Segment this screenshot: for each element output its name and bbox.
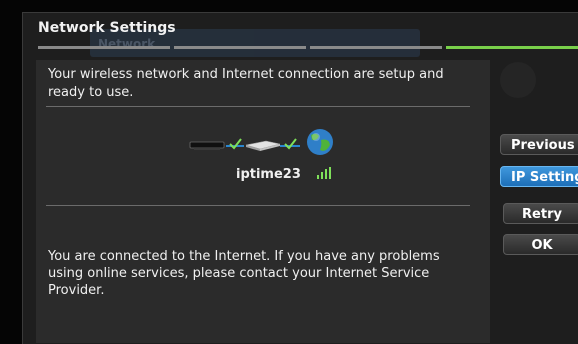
step-progress [38, 46, 578, 49]
window-title: Network Settings [38, 20, 176, 36]
ip-settings-button[interactable]: IP Settings [500, 166, 578, 187]
previous-button[interactable]: Previous [500, 134, 578, 155]
progress-step-1 [38, 46, 170, 49]
signal-strength-icon [317, 167, 331, 179]
tv-device-icon [189, 141, 225, 150]
globe-icon [307, 129, 333, 155]
divider [46, 205, 470, 206]
progress-step-4 [446, 46, 578, 49]
progress-step-2 [174, 46, 306, 49]
ok-button[interactable]: OK [503, 234, 578, 255]
connection-info-message: You are connected to the Internet. If yo… [48, 249, 440, 298]
retry-button[interactable]: Retry [503, 203, 578, 224]
progress-step-3 [310, 46, 442, 49]
background-globe-icon [500, 62, 536, 98]
status-message: Your wireless network and Internet conne… [48, 67, 444, 100]
divider [46, 106, 470, 107]
connection-diagram [189, 129, 333, 155]
router-icon [245, 140, 281, 151]
content-panel [36, 60, 490, 343]
network-name: iptime23 [236, 167, 301, 182]
